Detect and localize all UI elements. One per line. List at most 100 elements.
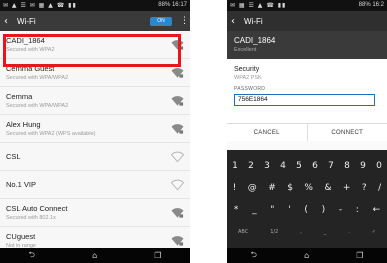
keyboard-key[interactable]: 1 xyxy=(232,161,238,171)
network-security: Secured with WPA2 (WPS available) xyxy=(6,130,96,137)
password-input[interactable]: 756E1864 xyxy=(234,94,375,106)
keyboard-row: ! @ # $% & +? / xyxy=(227,177,387,199)
network-text: CUguest Not in range xyxy=(6,232,170,250)
battery-time: 88% 16:2 xyxy=(358,2,384,8)
dialog-actions: CANCEL CONNECT xyxy=(227,123,387,141)
page-title: Wi-Fi xyxy=(17,16,36,26)
wifi-open-icon xyxy=(170,178,184,192)
cancel-button[interactable]: CANCEL xyxy=(227,124,307,141)
keyboard-key[interactable]: ' xyxy=(288,205,290,215)
nav-home-icon[interactable]: ⌂ xyxy=(304,251,309,260)
notification-icons: ✉ ▲ ☰ ✉ ▦ ▲ ☎ ▮▮ xyxy=(3,2,77,9)
network-item[interactable]: CSL xyxy=(0,143,190,171)
keyboard-key[interactable]: 0 xyxy=(376,161,382,171)
keyboard-key[interactable]: @ xyxy=(248,183,257,193)
battery-time: 88% 16:17 xyxy=(158,2,187,8)
keyboard-key[interactable]: # xyxy=(268,183,276,193)
security-value: WPA2 PSK xyxy=(234,75,262,81)
back-arrow-icon[interactable]: ‹ xyxy=(231,16,241,27)
wifi-locked-icon xyxy=(170,234,184,248)
keyboard-key[interactable]: ! xyxy=(233,183,237,193)
keyboard-key[interactable]: ABC xyxy=(238,229,248,235)
network-text: No.1 VIP xyxy=(6,180,170,190)
keyboard-key[interactable]: 6 xyxy=(312,161,318,171)
status-bar: ✉ ▲ ☰ ✉ ▦ ▲ ☎ ▮▮ 88% 16:17 xyxy=(0,0,190,11)
nav-recent-icon[interactable]: ❐ xyxy=(154,251,161,260)
network-name: No.1 VIP xyxy=(6,179,37,189)
wifi-header: ‹ Wi-Fi xyxy=(227,11,387,31)
dialog-header: CADI_1864 Excellent xyxy=(227,31,387,59)
wifi-connect-screen: ✉ ▦ ☰ ▲ ☎ ▮▮ 88% 16:2 ‹ Wi-Fi CADI_1864 … xyxy=(227,0,387,263)
signal-strength: Excellent xyxy=(234,47,257,53)
keyboard-key[interactable]: ) xyxy=(322,205,326,215)
network-item[interactable]: Alex Hung Secured with WPA2 (WPS availabl… xyxy=(0,115,190,143)
dialog-title: CADI_1864 xyxy=(234,36,276,45)
keyboard-key[interactable]: 3 xyxy=(264,161,270,171)
keyboard-key[interactable]: 5 xyxy=(296,161,302,171)
wifi-open-icon xyxy=(170,150,184,164)
network-security: Secured with WPA/WPA2 xyxy=(6,102,69,109)
keyboard-key[interactable]: - xyxy=(339,205,342,215)
back-arrow-icon[interactable]: ‹ xyxy=(4,16,14,27)
wifi-locked-icon xyxy=(170,122,184,136)
notification-icons: ✉ ▦ ☰ ▲ ☎ ▮▮ xyxy=(230,2,287,9)
network-security: Secured with WPA/WPA2 xyxy=(6,74,69,81)
keyboard-key[interactable]: 8 xyxy=(344,161,350,171)
keyboard-key[interactable]: 7 xyxy=(328,161,334,171)
on-screen-keyboard: 1234567890 ! @ # $% & +? / * _ " ' () -: ← ABC 1/2, _.… xyxy=(227,150,387,248)
keyboard-key[interactable]: " xyxy=(270,205,274,215)
nav-recent-icon[interactable]: ❐ xyxy=(356,251,363,260)
keyboard-key[interactable]: . xyxy=(348,229,350,235)
security-label: Security xyxy=(234,66,260,73)
wifi-locked-icon xyxy=(170,206,184,220)
status-bar: ✉ ▦ ☰ ▲ ☎ ▮▮ 88% 16:2 xyxy=(227,0,387,11)
nav-bar: ⮌ ⌂ ❐ xyxy=(0,248,190,263)
nav-back-icon[interactable]: ⮌ xyxy=(29,249,35,263)
keyboard-row: ABC 1/2, _. ✓ xyxy=(227,221,387,243)
wifi-toggle[interactable]: ON xyxy=(150,16,172,26)
nav-back-icon[interactable]: ⮌ xyxy=(251,249,257,263)
nav-bar: ⮌ ⌂ ❐ xyxy=(227,248,387,263)
connect-button[interactable]: CONNECT xyxy=(306,124,387,141)
keyboard-key[interactable]: _ xyxy=(252,205,257,215)
keyboard-key[interactable]: / xyxy=(378,183,381,193)
keyboard-key[interactable]: $ xyxy=(287,183,293,193)
wifi-header: ‹ Wi-Fi ON ⋮ xyxy=(0,11,190,31)
network-name: Alex Hung xyxy=(6,119,41,129)
network-name: CSL xyxy=(6,151,21,161)
keyboard-key[interactable]: + xyxy=(343,183,351,193)
nav-home-icon[interactable]: ⌂ xyxy=(92,251,97,260)
keyboard-row: * _ " ' () -: ← xyxy=(227,199,387,221)
keyboard-key[interactable]: 9 xyxy=(360,161,366,171)
page-title: Wi-Fi xyxy=(244,16,263,26)
keyboard-key[interactable]: ✓ xyxy=(372,229,376,235)
keyboard-key[interactable]: 2 xyxy=(248,161,254,171)
keyboard-key[interactable]: _ xyxy=(324,229,327,235)
network-security: Secured with 802.1x xyxy=(6,214,56,221)
keyboard-key[interactable]: & xyxy=(324,183,331,193)
keyboard-key[interactable]: 1/2 xyxy=(270,229,278,235)
network-name: Cemma xyxy=(6,91,33,101)
password-label: PASSWORD xyxy=(234,86,266,92)
wifi-list-screen: ✉ ▲ ☰ ✉ ▦ ▲ ☎ ▮▮ 88% 16:17 ‹ Wi-Fi ON ⋮ … xyxy=(0,0,190,263)
wifi-locked-icon xyxy=(170,66,184,80)
keyboard-key[interactable]: , xyxy=(300,229,302,235)
network-text: CSL Auto Connect Secured with 802.1x xyxy=(6,204,170,222)
network-name: CSL Auto Connect xyxy=(6,203,68,213)
highlight-box xyxy=(3,34,181,67)
keyboard-key[interactable]: : xyxy=(356,205,359,215)
keyboard-key[interactable]: ← xyxy=(373,205,381,215)
network-item[interactable]: No.1 VIP xyxy=(0,171,190,199)
keyboard-key[interactable]: ? xyxy=(362,183,367,193)
network-item[interactable]: Cemma Secured with WPA/WPA2 xyxy=(0,87,190,115)
keyboard-key[interactable]: ( xyxy=(304,205,308,215)
overflow-menu-icon[interactable]: ⋮ xyxy=(180,16,189,26)
network-text: CSL xyxy=(6,152,170,162)
network-item[interactable]: CSL Auto Connect Secured with 802.1x xyxy=(0,199,190,227)
network-text: Cemma Secured with WPA/WPA2 xyxy=(6,92,170,110)
keyboard-key[interactable]: * xyxy=(234,205,239,215)
keyboard-key[interactable]: % xyxy=(304,183,313,193)
keyboard-row: 1234567890 xyxy=(227,155,387,177)
keyboard-key[interactable]: 4 xyxy=(280,161,286,171)
dialog-body: Security WPA2 PSK PASSWORD 756E1864 xyxy=(227,59,387,123)
